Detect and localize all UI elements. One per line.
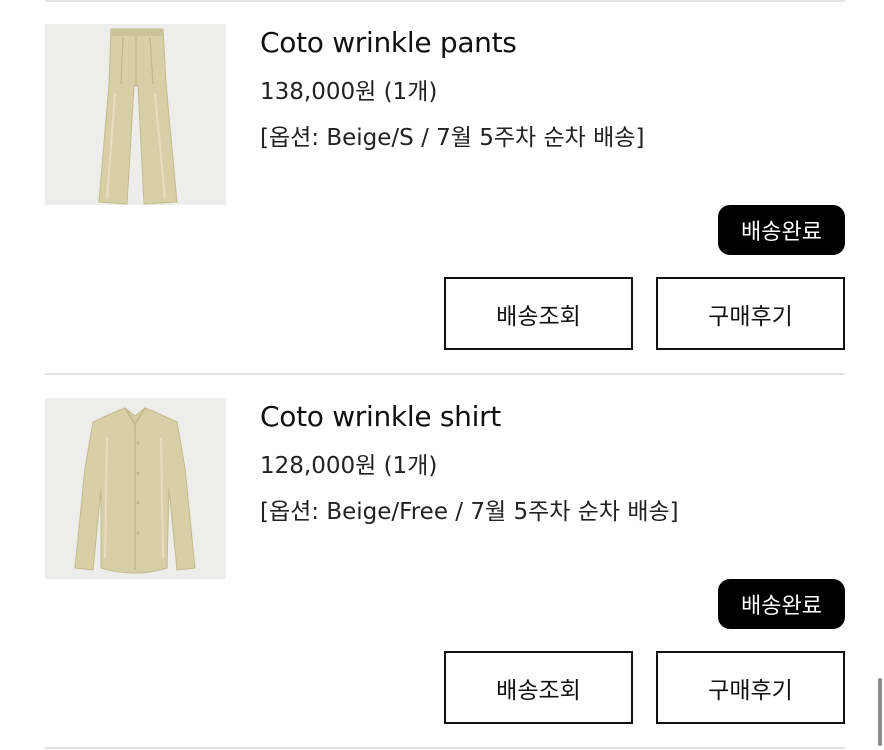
product-price: 128,000원 (1개) [260, 453, 438, 479]
write-review-button[interactable]: 구매후기 [656, 277, 845, 350]
write-review-button[interactable]: 구매후기 [656, 651, 845, 724]
shirt-illustration [45, 398, 226, 579]
product-name[interactable]: Coto wrinkle pants [260, 26, 517, 59]
product-price: 138,000원 (1개) [260, 79, 438, 105]
track-delivery-button[interactable]: 배송조회 [444, 651, 633, 724]
bottom-divider [45, 747, 845, 749]
pants-illustration [45, 24, 226, 205]
order-item-pants: Coto wrinkle pants 138,000원 (1개) [옵션: Be… [45, 0, 845, 372]
scrollbar[interactable] [878, 678, 882, 746]
status-badge: 배송완료 [718, 205, 845, 255]
track-delivery-button[interactable]: 배송조회 [444, 277, 633, 350]
product-image-pants[interactable] [45, 24, 226, 205]
product-name[interactable]: Coto wrinkle shirt [260, 400, 501, 433]
status-badge: 배송완료 [718, 579, 845, 629]
product-option: [옵션: Beige/Free / 7월 5주차 순차 배송] [260, 499, 679, 525]
product-image-shirt[interactable] [45, 398, 226, 579]
order-item-shirt: Coto wrinkle shirt 128,000원 (1개) [옵션: Be… [45, 374, 845, 746]
product-option: [옵션: Beige/S / 7월 5주차 순차 배송] [260, 125, 645, 151]
